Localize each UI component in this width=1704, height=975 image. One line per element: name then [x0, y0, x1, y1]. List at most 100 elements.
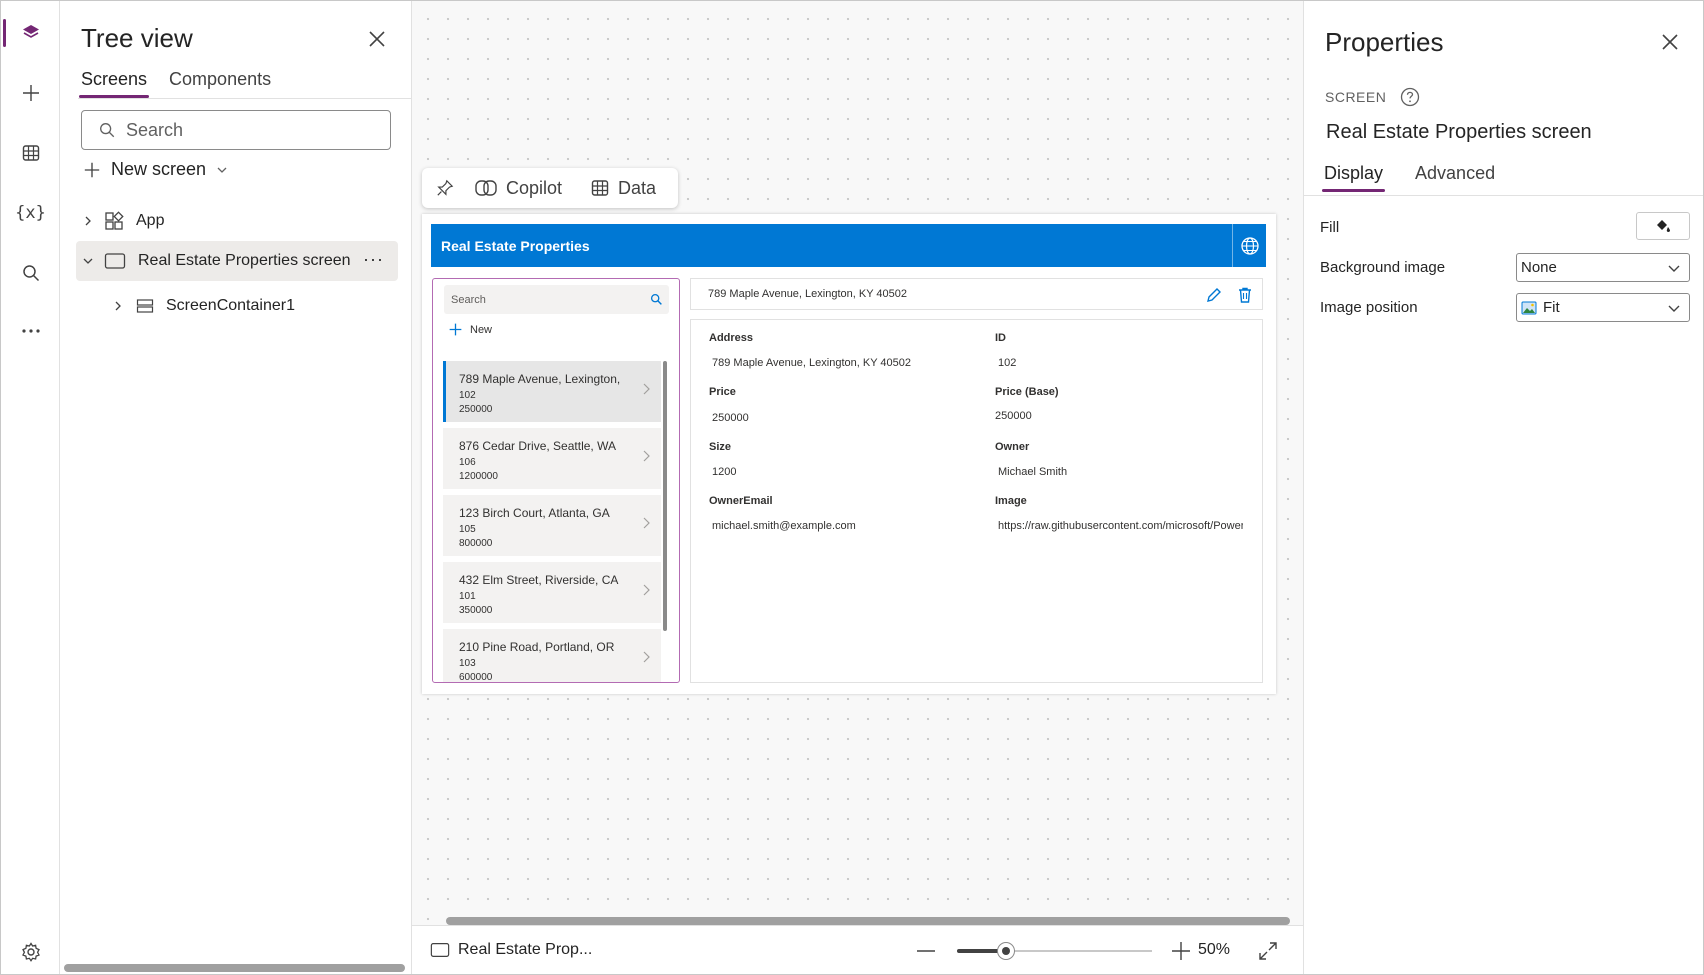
more-icon [21, 329, 40, 333]
screen-selector-label: Real Estate Prop... [458, 941, 593, 958]
more-rail-button[interactable] [1, 311, 60, 351]
tree-node-container[interactable]: ScreenContainer1 [112, 293, 295, 319]
field-label-image: Image [995, 495, 1027, 507]
edit-icon[interactable] [1206, 287, 1222, 303]
field-label-id: ID [995, 332, 1006, 344]
tree-node-app-label: App [136, 212, 165, 229]
gallery-item-id: 102 [459, 390, 476, 401]
app-icon [105, 211, 124, 230]
new-record-button[interactable]: New [449, 323, 492, 336]
tab-advanced[interactable]: Advanced [1415, 163, 1495, 192]
background-image-value: None [1521, 259, 1557, 276]
delete-icon[interactable] [1238, 287, 1252, 303]
chevron-right-icon [643, 517, 650, 529]
tree-tabs: Screens Components [78, 69, 271, 98]
tab-components[interactable]: Components [169, 69, 271, 98]
field-label-owner-email: OwnerEmail [709, 495, 773, 507]
fill-color-picker[interactable] [1636, 212, 1690, 240]
background-image-dropdown[interactable]: None [1516, 253, 1690, 282]
gallery-item-address: 876 Cedar Drive, Seattle, WA [459, 439, 616, 453]
properties-gallery: Search New 789 Maple Avenue, Lexington, … [432, 278, 680, 683]
field-label-owner: Owner [995, 441, 1030, 453]
zoom-in-icon[interactable] [1172, 942, 1190, 960]
properties-pane: Properties SCREEN Real Estate Properties… [1303, 1, 1703, 974]
canvas-toolbar: Copilot Data [422, 168, 678, 208]
field-value-owner: Michael Smith [998, 466, 1068, 478]
zoom-thumb-dot [1002, 947, 1010, 955]
tree-node-screen[interactable]: Real Estate Properties screen ··· [76, 241, 398, 281]
zoom-out-icon[interactable] [917, 950, 935, 952]
container-icon [136, 299, 154, 313]
help-icon[interactable] [1400, 87, 1420, 107]
chevron-right-icon [643, 450, 650, 462]
zoom-slider[interactable] [957, 942, 1152, 960]
settings-icon [21, 942, 40, 962]
gallery-item[interactable]: 789 Maple Avenue, Lexington, 102 250000 [443, 361, 661, 422]
search-icon [650, 293, 662, 305]
zoom-slider-thumb[interactable] [997, 942, 1015, 960]
field-label-size: Size [709, 441, 732, 453]
plus-icon [22, 85, 39, 101]
tree-search-input[interactable]: Search [81, 110, 391, 150]
detail-title: 789 Maple Avenue, Lexington, KY 40502 [708, 288, 907, 300]
screen-selector[interactable]: Real Estate Prop... [430, 941, 592, 959]
globe-button[interactable] [1232, 224, 1266, 267]
more-options-button[interactable]: ··· [363, 249, 384, 270]
chevron-right-icon [643, 584, 650, 596]
gallery-item-id: 105 [459, 524, 476, 535]
field-label-price: Price [709, 386, 736, 398]
chevron-right-icon [85, 216, 91, 226]
new-screen-button[interactable]: New screen [83, 159, 228, 180]
chevron-down-icon [1668, 305, 1680, 312]
field-label-address: Address [709, 332, 754, 344]
search-placeholder: Search [126, 119, 184, 140]
gallery-search-placeholder: Search [451, 293, 486, 306]
data-button[interactable]: Data [590, 178, 656, 199]
expand-icon[interactable] [1258, 941, 1278, 961]
gallery-scrollbar[interactable] [663, 361, 667, 631]
tree-horizontal-scrollbar[interactable] [64, 964, 405, 972]
insert-rail-button[interactable] [1, 73, 60, 113]
gallery-item[interactable]: 876 Cedar Drive, Seattle, WA 106 1200000 [443, 428, 661, 489]
gallery-item[interactable]: 210 Pine Road, Portland, OR 103 600000 [443, 629, 661, 683]
tab-display[interactable]: Display [1321, 163, 1386, 192]
search-icon [100, 123, 115, 138]
fill-label: Fill [1320, 219, 1340, 236]
close-tree-view-button[interactable] [365, 27, 389, 51]
chevron-right-icon [643, 651, 650, 663]
image-position-value: Fit [1543, 299, 1560, 316]
canvas-horizontal-scrollbar[interactable] [446, 917, 1290, 925]
tree-view-rail-button[interactable] [1, 13, 60, 53]
chevron-down-icon [1668, 265, 1680, 272]
data-rail-button[interactable] [1, 133, 60, 173]
variables-rail-button[interactable]: {x} [1, 193, 60, 233]
table-icon [591, 180, 609, 196]
gallery-item-address: 210 Pine Road, Portland, OR [459, 640, 615, 654]
tree-node-screen-label: Real Estate Properties screen [138, 252, 351, 269]
app-window: {x} Tree view Screens Components Search … [0, 0, 1704, 975]
tree-node-container-label: ScreenContainer1 [166, 297, 295, 314]
tab-screens[interactable]: Screens [78, 69, 150, 98]
chevron-down-icon [83, 258, 93, 264]
chevron-down-icon [217, 167, 227, 173]
plus-icon [84, 162, 100, 177]
gallery-search-input[interactable]: Search [444, 285, 669, 314]
copilot-button[interactable]: Copilot [474, 178, 562, 199]
properties-kind-label: SCREEN [1325, 89, 1387, 105]
properties-kind: SCREEN [1325, 87, 1420, 107]
gallery-item[interactable]: 123 Birch Court, Atlanta, GA 105 800000 [443, 495, 661, 556]
tree-view-pane: Tree view Screens Components Search New … [60, 1, 412, 974]
chevron-right-icon [643, 383, 650, 395]
search-rail-button[interactable] [1, 253, 60, 293]
image-position-dropdown[interactable]: Fit [1516, 293, 1690, 322]
gallery-item[interactable]: 432 Elm Street, Riverside, CA 101 350000 [443, 562, 661, 623]
close-properties-button[interactable] [1658, 30, 1682, 54]
tree-node-app[interactable]: App [82, 208, 164, 234]
pin-button[interactable] [436, 179, 454, 197]
gallery-item-price: 250000 [459, 404, 493, 415]
gallery-item-id: 103 [459, 658, 476, 669]
data-label: Data [618, 177, 657, 198]
gallery-item-price: 350000 [459, 605, 493, 616]
gallery-item-price: 600000 [459, 672, 493, 683]
settings-rail-button[interactable] [1, 932, 60, 972]
